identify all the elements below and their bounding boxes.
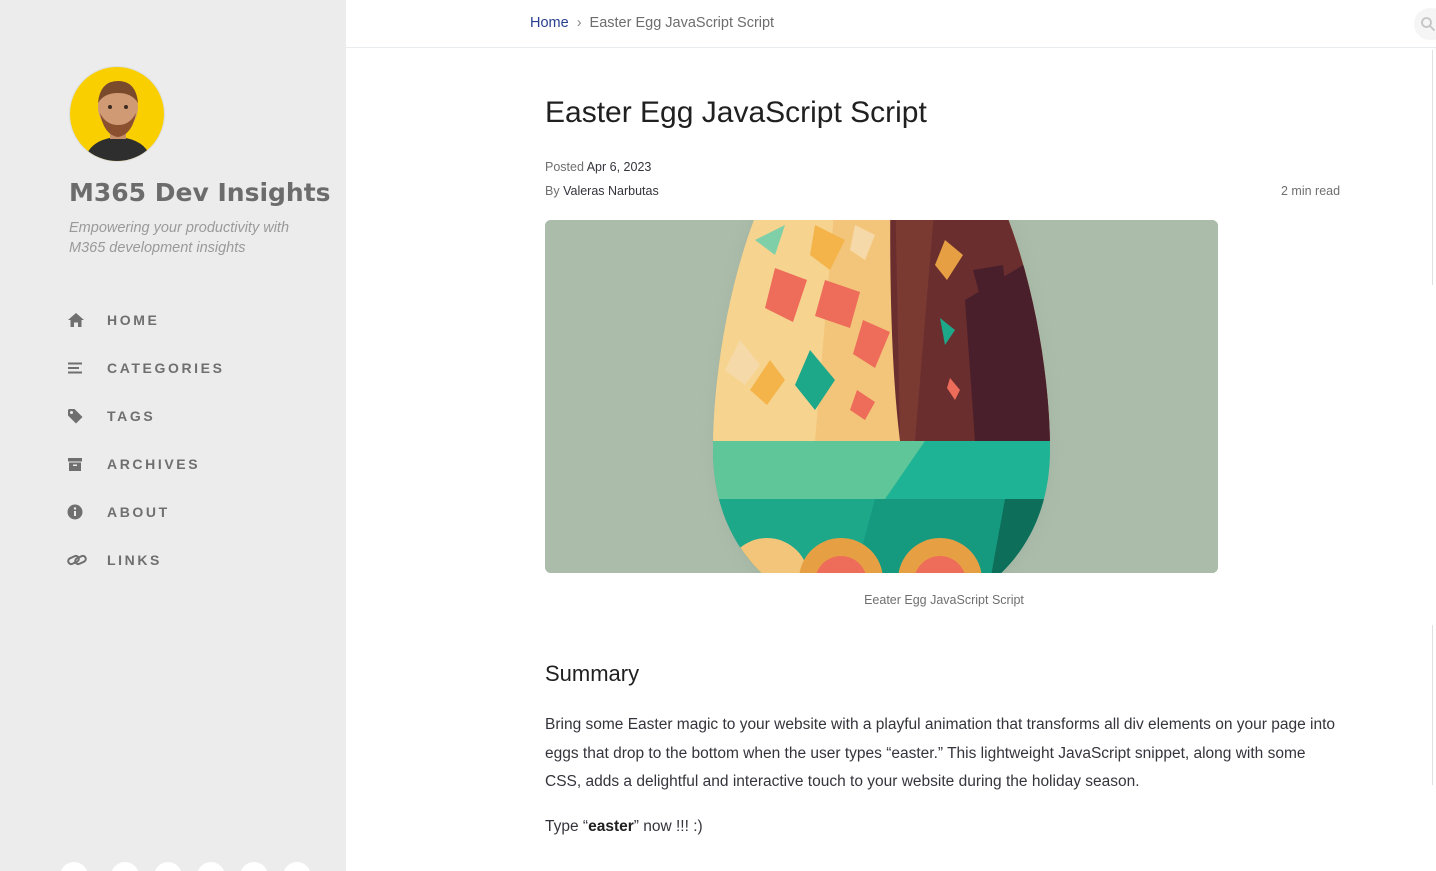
breadcrumb-home-link[interactable]: Home [530,15,569,31]
link-icon [67,550,107,570]
social-link[interactable] [60,862,88,871]
sidebar-nav: HOME CATEGORIES TAGS ARCHIVES ABOUT LINK… [67,296,225,584]
search-button[interactable] [1414,8,1436,40]
sidebar-item-label: LINKS [107,552,162,568]
sidebar-item-archives[interactable]: ARCHIVES [67,440,225,488]
sidebar-item-label: CATEGORIES [107,360,225,376]
easter-suffix: ” now !!! :) [633,818,703,835]
summary-heading: Summary [545,661,640,686]
post-author: By Valeras Narbutas [545,184,659,198]
social-link[interactable] [283,862,311,871]
site-title[interactable]: M365 Dev Insights [69,178,331,207]
info-icon [67,502,107,522]
tag-icon [67,406,107,426]
author-avatar[interactable] [69,66,165,162]
sidebar: M365 Dev Insights Empowering your produc… [0,0,346,871]
sidebar-item-label: TAGS [107,408,156,424]
topbar: Home › Easter Egg JavaScript Script [346,0,1436,48]
social-link[interactable] [154,862,182,871]
image-caption: Eeater Egg JavaScript Script [864,593,1024,607]
social-link[interactable] [197,862,225,871]
post-hero-image[interactable] [545,220,1218,573]
scroll-edge [1432,50,1433,285]
easter-prompt: Type “easter” now !!! :) [545,813,703,841]
breadcrumb: Home › Easter Egg JavaScript Script [530,15,774,31]
author-label: By [545,184,560,198]
posted-date[interactable]: Apr 6, 2023 [587,160,652,174]
home-icon [67,310,107,330]
easter-prefix: Type “ [545,818,589,835]
author-name[interactable]: Valeras Narbutas [563,184,659,198]
breadcrumb-current: Easter Egg JavaScript Script [589,15,775,31]
sidebar-item-label: ABOUT [107,504,170,520]
post-date: Posted Apr 6, 2023 [545,160,651,174]
sidebar-item-categories[interactable]: CATEGORIES [67,344,225,392]
sidebar-item-home[interactable]: HOME [67,296,225,344]
sidebar-item-tags[interactable]: TAGS [67,392,225,440]
site-subtitle: Empowering your productivity with M365 d… [69,220,290,256]
read-time: 2 min read [1281,184,1341,198]
posted-label: Posted [545,160,584,174]
breadcrumb-separator: › [576,15,582,31]
easter-keyword: easter [588,818,634,835]
archive-icon [67,454,107,474]
scroll-edge [1432,625,1433,785]
search-icon [1421,17,1435,31]
social-link[interactable] [240,862,268,871]
sidebar-item-links[interactable]: LINKS [67,536,225,584]
sidebar-item-label: ARCHIVES [107,456,201,472]
sidebar-item-about[interactable]: ABOUT [67,488,225,536]
sidebar-item-label: HOME [107,312,160,328]
summary-paragraph: Bring some Easter magic to your website … [545,716,1336,790]
social-link[interactable] [111,862,139,871]
list-icon [67,358,107,378]
post-title: Easter Egg JavaScript Script [545,96,927,129]
